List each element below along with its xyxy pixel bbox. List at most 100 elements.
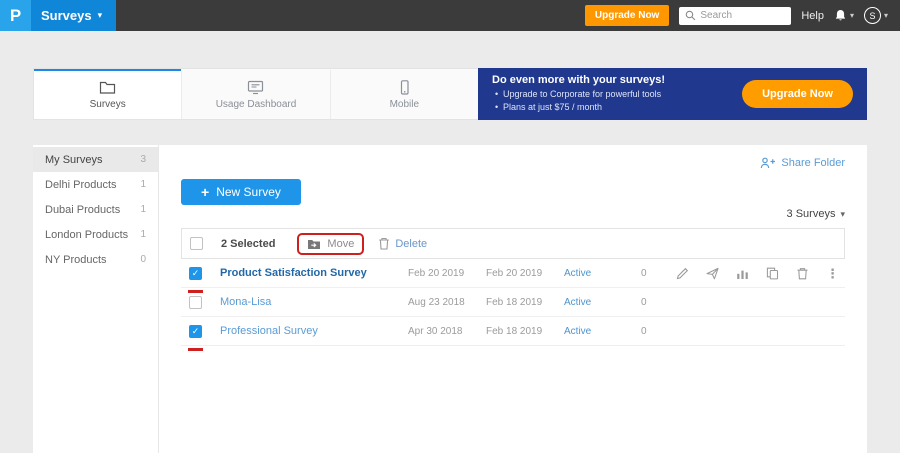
survey-modified-date: Feb 18 2019	[486, 326, 564, 337]
upgrade-now-button[interactable]: Upgrade Now	[585, 5, 669, 26]
survey-row: Mona-Lisa Aug 23 2018 Feb 18 2019 Active…	[181, 288, 845, 317]
new-survey-label: New Survey	[216, 185, 281, 199]
avatar: S	[864, 7, 881, 24]
tab-label: Surveys	[90, 99, 126, 110]
tab-surveys[interactable]: Surveys	[34, 69, 181, 119]
row-actions: ⋮	[676, 267, 845, 280]
share-folder-button[interactable]: Share Folder	[760, 157, 845, 169]
folder-count: 0	[140, 254, 146, 265]
selection-toolbar: 2 Selected Move Delete	[181, 228, 845, 259]
survey-responses-count: 0	[641, 326, 676, 337]
share-person-icon	[760, 157, 776, 169]
folder-label: NY Products	[45, 254, 107, 266]
new-survey-button[interactable]: + New Survey	[181, 179, 301, 205]
sidebar-folder-item[interactable]: Delhi Products 1	[33, 172, 158, 197]
promo-bullets: Upgrade to Corporate for powerful tools …	[492, 88, 742, 114]
survey-status: Active	[564, 297, 641, 308]
promo-upgrade-button[interactable]: Upgrade Now	[742, 80, 853, 108]
promo-title: Do even more with your surveys!	[492, 74, 742, 86]
sidebar-folder-item[interactable]: London Products 1	[33, 222, 158, 247]
row-checkbox[interactable]	[189, 267, 202, 280]
survey-table-body: Product Satisfaction Survey Feb 20 2019 …	[181, 259, 845, 346]
folder-label: Delhi Products	[45, 179, 117, 191]
move-folder-icon	[307, 238, 321, 250]
select-all-checkbox[interactable]	[190, 237, 203, 250]
survey-created-date: Apr 30 2018	[408, 326, 486, 337]
survey-name-link[interactable]: Product Satisfaction Survey	[220, 267, 408, 279]
send-icon[interactable]	[706, 267, 719, 280]
survey-name-link[interactable]: Professional Survey	[220, 325, 408, 337]
folder-count: 1	[140, 229, 146, 240]
delete-label: Delete	[395, 238, 427, 250]
sidebar-folder-item[interactable]: NY Products 0	[33, 247, 158, 272]
annotation-underline	[188, 348, 203, 351]
promo-text: Do even more with your surveys! Upgrade …	[492, 74, 742, 114]
chevron-down-icon: ▾	[840, 210, 845, 219]
help-link[interactable]: Help	[801, 10, 824, 22]
surveys-count-dropdown[interactable]: 3 Surveys ▾	[787, 208, 845, 220]
surveys-count-label: 3 Surveys	[787, 208, 836, 220]
folder-label: My Surveys	[45, 154, 102, 166]
bell-icon	[834, 9, 847, 22]
tab-usage-dashboard[interactable]: Usage Dashboard	[181, 69, 329, 119]
tab-mobile[interactable]: Mobile	[330, 69, 478, 119]
row-checkbox[interactable]	[189, 325, 202, 338]
topbar-right: Upgrade Now Help ▾ S ▾	[585, 5, 900, 26]
survey-modified-date: Feb 20 2019	[486, 268, 564, 279]
more-options-icon[interactable]: ⋮	[826, 267, 839, 280]
survey-created-date: Aug 23 2018	[408, 297, 486, 308]
delete-icon[interactable]	[796, 267, 809, 280]
survey-created-date: Feb 20 2019	[408, 268, 486, 279]
select-all-cell	[182, 237, 221, 250]
reports-icon[interactable]	[736, 267, 749, 280]
folder-count: 1	[140, 204, 146, 215]
survey-row: Professional Survey Apr 30 2018 Feb 18 2…	[181, 317, 845, 346]
survey-responses-count: 0	[641, 297, 676, 308]
mobile-icon	[396, 80, 413, 95]
content-panel: Share Folder + New Survey 3 Surveys ▾ 2 …	[159, 145, 867, 453]
main-tabs: Surveys Usage Dashboard Mobile	[33, 68, 478, 120]
chevron-down-icon: ▾	[884, 11, 888, 20]
row-checkbox-cell	[181, 296, 220, 309]
sidebar-folder-item[interactable]: My Surveys 3	[33, 147, 158, 172]
move-button[interactable]: Move	[307, 238, 354, 250]
surveys-menu[interactable]: Surveys ▾	[31, 0, 116, 31]
app-logo: P	[0, 0, 31, 31]
row-checkbox[interactable]	[189, 296, 202, 309]
survey-responses-count: 0	[641, 268, 676, 279]
survey-status: Active	[564, 326, 641, 337]
main-area: My Surveys 3 Delhi Products 1 Dubai Prod…	[33, 145, 867, 453]
move-label: Move	[327, 238, 354, 250]
tab-label: Usage Dashboard	[216, 99, 297, 110]
search-input[interactable]	[700, 10, 785, 21]
search-icon	[685, 10, 696, 21]
share-folder-label: Share Folder	[781, 157, 845, 169]
folder-count: 3	[140, 154, 146, 165]
folder-count: 1	[140, 179, 146, 190]
promo-bullet: Upgrade to Corporate for powerful tools	[492, 88, 742, 101]
surveys-menu-label: Surveys	[41, 8, 92, 23]
tab-label: Mobile	[390, 99, 419, 110]
header-row: Surveys Usage Dashboard Mobile Do even m…	[33, 68, 867, 120]
survey-name-link[interactable]: Mona-Lisa	[220, 296, 408, 308]
edit-icon[interactable]	[676, 267, 689, 280]
trash-icon	[378, 237, 390, 250]
sidebar-folder-item[interactable]: Dubai Products 1	[33, 197, 158, 222]
chevron-down-icon: ▾	[850, 11, 854, 20]
survey-status: Active	[564, 268, 641, 279]
notifications-menu[interactable]: ▾	[834, 9, 854, 22]
account-menu[interactable]: S ▾	[864, 7, 888, 24]
chevron-down-icon: ▾	[98, 11, 103, 20]
delete-button[interactable]: Delete	[378, 237, 427, 250]
promo-bullet: Plans at just $75 / month	[492, 101, 742, 114]
sidebar-folder-list: My Surveys 3 Delhi Products 1 Dubai Prod…	[33, 145, 159, 453]
survey-row: Product Satisfaction Survey Feb 20 2019 …	[181, 259, 845, 288]
folder-icon	[99, 80, 116, 95]
search-box[interactable]	[679, 7, 791, 25]
plus-icon: +	[201, 185, 209, 199]
dashboard-icon	[247, 80, 264, 95]
duplicate-icon[interactable]	[766, 267, 779, 280]
selected-count-label: 2 Selected	[221, 238, 275, 250]
promo-banner: Do even more with your surveys! Upgrade …	[478, 68, 867, 120]
row-checkbox-cell	[181, 325, 220, 338]
